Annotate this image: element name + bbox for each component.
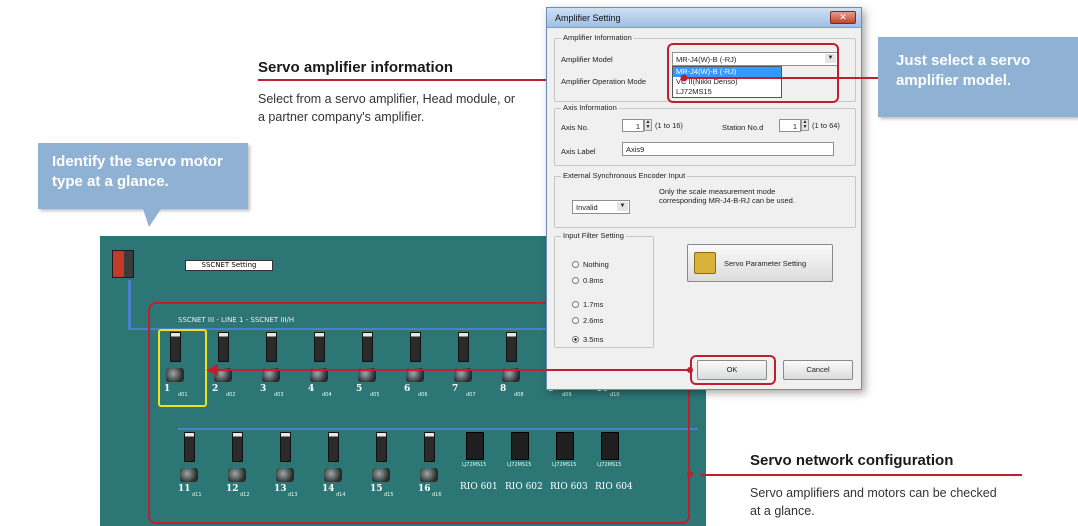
model-connector-dot [680, 74, 688, 82]
ok-arrow-head [206, 364, 218, 376]
connector-arrows [206, 74, 878, 477]
network-connector-dot [687, 471, 693, 477]
ok-arrow-dot [687, 367, 693, 373]
